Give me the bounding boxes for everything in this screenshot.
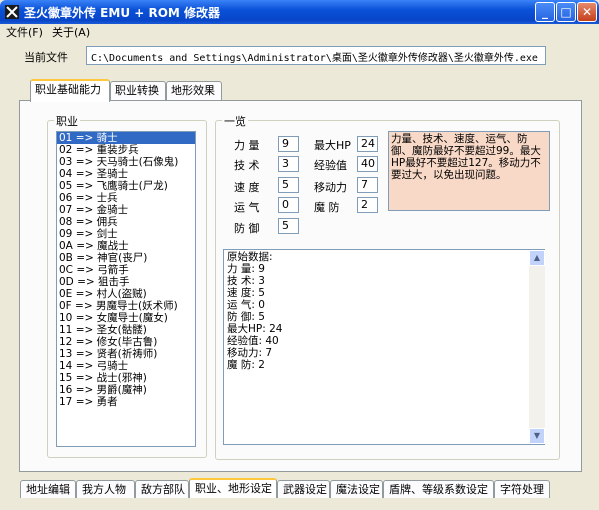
class-list-item[interactable]: 01 => 骑士 (57, 132, 195, 144)
raw-data-line: 力 量: 9 (227, 263, 265, 275)
class-list-item[interactable]: 02 => 重装步兵 (57, 144, 195, 156)
maximize-button[interactable]: □ (556, 2, 576, 22)
class-list-item[interactable]: 10 => 女魔导士(魔女) (57, 312, 195, 324)
max-hp-label: 最大HP (314, 139, 351, 152)
class-list-item[interactable]: 0B => 神官(丧尸) (57, 252, 195, 264)
current-file-label: 当前文件 (24, 51, 68, 64)
tab-weapon[interactable]: 武器设定 (277, 480, 330, 498)
class-list-item[interactable]: 0A => 魔战士 (57, 240, 195, 252)
class-group-title: 职业 (54, 113, 80, 129)
skill-field[interactable]: 3 (278, 156, 299, 172)
menu-about[interactable]: 关于(A) (48, 25, 94, 41)
magic-def-label: 魔 防 (314, 201, 340, 214)
class-list-item[interactable]: 05 => 飞鹰骑士(尸龙) (57, 180, 195, 192)
raw-data-scrollbar[interactable]: ▲ ▼ (529, 250, 545, 444)
magic-def-field[interactable]: 2 (357, 197, 378, 213)
tab-terrain-effect[interactable]: 地形效果 (166, 81, 222, 101)
raw-data-line: 原始数据: (227, 251, 273, 263)
minimize-button[interactable]: _ (535, 2, 555, 22)
class-listbox[interactable]: 01 => 骑士 02 => 重装步兵 03 => 天马骑士(石像鬼) 04 => 圣… (56, 131, 196, 447)
class-list-item[interactable]: 0D => 狙击手 (57, 276, 195, 288)
tab-our-units[interactable]: 我方人物 (76, 480, 135, 498)
tab-enemy-units[interactable]: 敌方部队 (135, 480, 189, 498)
class-list-item[interactable]: 06 => 士兵 (57, 192, 195, 204)
raw-data-line: 速 度: 5 (227, 287, 265, 299)
tab-address-edit[interactable]: 地址编辑 (20, 480, 76, 498)
tab-magic[interactable]: 魔法设定 (330, 480, 383, 498)
class-list-item[interactable]: 09 => 剑士 (57, 228, 195, 240)
app-icon (5, 5, 19, 19)
defense-field[interactable]: 5 (278, 218, 299, 234)
scroll-up-icon[interactable]: ▲ (529, 250, 545, 266)
move-field[interactable]: 7 (357, 177, 378, 193)
class-list-item[interactable]: 14 => 弓骑士 (57, 360, 195, 372)
raw-data-line: 防 御: 5 (227, 311, 265, 323)
class-list-item[interactable]: 11 => 圣女(骷髅) (57, 324, 195, 336)
skill-label: 技 术 (234, 159, 260, 172)
class-list-item[interactable]: 04 => 圣骑士 (57, 168, 195, 180)
tab-shield-level[interactable]: 盾牌、等级系数设定 (383, 480, 494, 498)
class-list-item[interactable]: 0F => 男魔导士(妖术师) (57, 300, 195, 312)
class-list-item[interactable]: 16 => 男爵(魔神) (57, 384, 195, 396)
close-button[interactable]: ✕ (577, 2, 597, 22)
tips-note: 力量、技术、速度、运气、防御、魔防最好不要超过99。最大HP最好不要超过127。… (388, 131, 550, 211)
raw-data-line: 经验值: 40 (227, 335, 279, 347)
window-title: 圣火徽章外传 EMU + ROM 修改器 (24, 6, 221, 20)
raw-data-line: 技 术: 3 (227, 275, 265, 287)
menu-file[interactable]: 文件(F) (2, 25, 47, 41)
class-list-item[interactable]: 15 => 战士(邪神) (57, 372, 195, 384)
class-list-item[interactable]: 12 => 修女(毕古鲁) (57, 336, 195, 348)
power-label: 力 量 (234, 139, 260, 152)
class-list-item[interactable]: 08 => 佣兵 (57, 216, 195, 228)
current-file-field[interactable]: C:\Documents and Settings\Administrator\… (86, 46, 546, 65)
exp-field[interactable]: 40 (357, 156, 378, 172)
move-label: 移动力 (314, 181, 347, 194)
class-list-item[interactable]: 0C => 弓箭手 (57, 264, 195, 276)
class-list-item[interactable]: 07 => 金骑士 (57, 204, 195, 216)
raw-data-box[interactable]: 原始数据: 力 量: 9技 术: 3速 度: 5运 气: 0防 御: 5 最大HP:… (223, 249, 545, 445)
defense-label: 防 御 (234, 222, 260, 235)
max-hp-field[interactable]: 24 (357, 136, 378, 152)
luck-field[interactable]: 0 (278, 197, 299, 213)
speed-label: 速 度 (234, 181, 260, 194)
class-list-item[interactable]: 0E => 村人(盗贼) (57, 288, 195, 300)
speed-field[interactable]: 5 (278, 177, 299, 193)
raw-data-line: 最大HP: 24 (227, 323, 283, 335)
tab-class-base-stats[interactable]: 职业基础能力 (30, 79, 110, 102)
raw-data-line: 魔 防: 2 (227, 359, 265, 371)
exp-label: 经验值 (314, 159, 347, 172)
class-list-item[interactable]: 03 => 天马骑士(石像鬼) (57, 156, 195, 168)
raw-data-line: 运 气: 0 (227, 299, 265, 311)
overview-group-title: 一览 (222, 113, 248, 129)
tab-text[interactable]: 字符处理 (494, 480, 550, 498)
power-field[interactable]: 9 (278, 136, 299, 152)
tab-class-change[interactable]: 职业转换 (110, 81, 166, 101)
tab-class-terrain[interactable]: 职业、地形设定 (189, 478, 277, 498)
class-list-item[interactable]: 13 => 贤者(祈祷师) (57, 348, 195, 360)
luck-label: 运 气 (234, 201, 260, 214)
scroll-down-icon[interactable]: ▼ (529, 428, 545, 444)
raw-data-line: 移动力: 7 (227, 347, 273, 359)
class-list-item[interactable]: 17 => 勇者 (57, 396, 195, 408)
